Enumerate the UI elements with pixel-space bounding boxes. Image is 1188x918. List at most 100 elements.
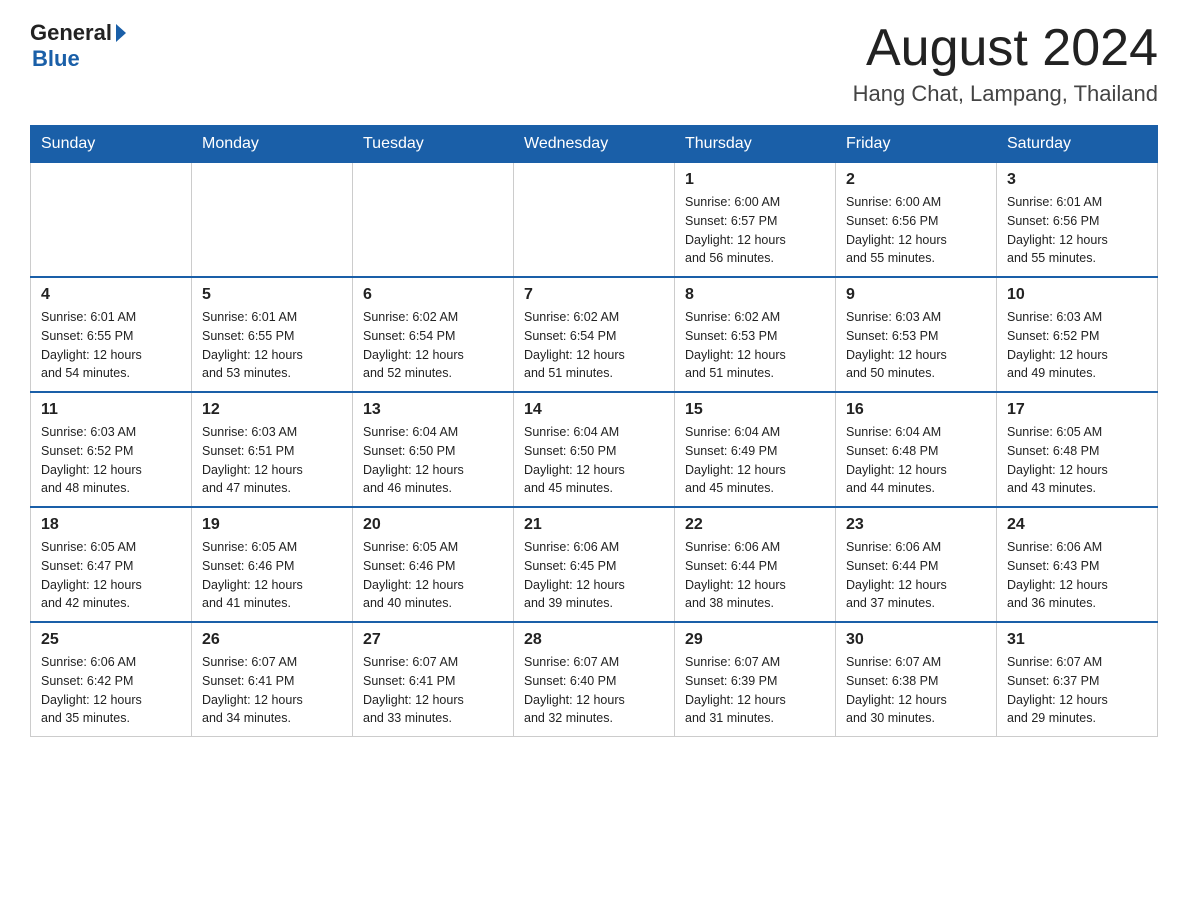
day-info: Sunrise: 6:06 AM Sunset: 6:44 PM Dayligh…: [846, 538, 986, 613]
calendar-day-11: 11 Sunrise: 6:03 AM Sunset: 6:52 PM Dayli…: [31, 392, 192, 507]
day-number: 20: [363, 516, 503, 534]
day-number: 11: [41, 401, 181, 419]
logo: General Blue: [30, 20, 126, 72]
day-number: 26: [202, 631, 342, 649]
day-info: Sunrise: 6:04 AM Sunset: 6:49 PM Dayligh…: [685, 423, 825, 498]
day-info: Sunrise: 6:07 AM Sunset: 6:37 PM Dayligh…: [1007, 653, 1147, 728]
day-info: Sunrise: 6:06 AM Sunset: 6:44 PM Dayligh…: [685, 538, 825, 613]
calendar-day-25: 25 Sunrise: 6:06 AM Sunset: 6:42 PM Dayli…: [31, 622, 192, 737]
day-number: 25: [41, 631, 181, 649]
day-number: 22: [685, 516, 825, 534]
calendar-day-21: 21Sunrise: 6:06 AM Sunset: 6:45 PM Dayli…: [514, 507, 675, 622]
calendar-day-20: 20 Sunrise: 6:05 AM Sunset: 6:46 PM Dayli…: [353, 507, 514, 622]
calendar-day-30: 30Sunrise: 6:07 AM Sunset: 6:38 PM Dayli…: [836, 622, 997, 737]
title-area: August 2024 Hang Chat, Lampang, Thailand: [853, 20, 1158, 107]
logo-blue-text: Blue: [32, 46, 80, 72]
calendar-empty-cell: [192, 162, 353, 277]
day-info: Sunrise: 6:07 AM Sunset: 6:39 PM Dayligh…: [685, 653, 825, 728]
month-title: August 2024: [853, 20, 1158, 77]
day-info: Sunrise: 6:05 AM Sunset: 6:47 PM Dayligh…: [41, 538, 181, 613]
calendar-day-13: 13 Sunrise: 6:04 AM Sunset: 6:50 PM Dayli…: [353, 392, 514, 507]
calendar-day-16: 16 Sunrise: 6:04 AM Sunset: 6:48 PM Dayli…: [836, 392, 997, 507]
calendar-day-17: 17Sunrise: 6:05 AM Sunset: 6:48 PM Dayli…: [997, 392, 1158, 507]
calendar-day-28: 28Sunrise: 6:07 AM Sunset: 6:40 PM Dayli…: [514, 622, 675, 737]
day-number: 18: [41, 516, 181, 534]
day-number: 27: [363, 631, 503, 649]
calendar-day-6: 6Sunrise: 6:02 AM Sunset: 6:54 PM Daylig…: [353, 277, 514, 392]
day-info: Sunrise: 6:05 AM Sunset: 6:46 PM Dayligh…: [202, 538, 342, 613]
calendar-day-1: 1 Sunrise: 6:00 AM Sunset: 6:57 PM Daylig…: [675, 162, 836, 277]
calendar-day-15: 15 Sunrise: 6:04 AM Sunset: 6:49 PM Dayli…: [675, 392, 836, 507]
day-number: 1: [685, 171, 825, 189]
day-info: Sunrise: 6:02 AM Sunset: 6:54 PM Dayligh…: [524, 308, 664, 383]
day-number: 17: [1007, 401, 1147, 419]
day-number: 31: [1007, 631, 1147, 649]
day-info: Sunrise: 6:04 AM Sunset: 6:50 PM Dayligh…: [524, 423, 664, 498]
calendar-day-4: 4Sunrise: 6:01 AM Sunset: 6:55 PM Daylig…: [31, 277, 192, 392]
day-info: Sunrise: 6:06 AM Sunset: 6:43 PM Dayligh…: [1007, 538, 1147, 613]
day-info: Sunrise: 6:02 AM Sunset: 6:54 PM Dayligh…: [363, 308, 503, 383]
page-header: General Blue August 2024 Hang Chat, Lamp…: [30, 20, 1158, 107]
day-number: 14: [524, 401, 664, 419]
calendar-header-friday: Friday: [836, 126, 997, 162]
location-subtitle: Hang Chat, Lampang, Thailand: [853, 81, 1158, 107]
calendar-week-row: 25 Sunrise: 6:06 AM Sunset: 6:42 PM Dayli…: [31, 622, 1158, 737]
calendar-empty-cell: [514, 162, 675, 277]
day-info: Sunrise: 6:01 AM Sunset: 6:55 PM Dayligh…: [41, 308, 181, 383]
day-info: Sunrise: 6:00 AM Sunset: 6:57 PM Dayligh…: [685, 193, 825, 268]
calendar-week-row: 4Sunrise: 6:01 AM Sunset: 6:55 PM Daylig…: [31, 277, 1158, 392]
day-info: Sunrise: 6:06 AM Sunset: 6:45 PM Dayligh…: [524, 538, 664, 613]
calendar-day-24: 24 Sunrise: 6:06 AM Sunset: 6:43 PM Dayli…: [997, 507, 1158, 622]
day-number: 9: [846, 286, 986, 304]
day-number: 2: [846, 171, 986, 189]
day-number: 30: [846, 631, 986, 649]
calendar-empty-cell: [31, 162, 192, 277]
day-number: 7: [524, 286, 664, 304]
calendar-week-row: 11 Sunrise: 6:03 AM Sunset: 6:52 PM Dayli…: [31, 392, 1158, 507]
day-info: Sunrise: 6:06 AM Sunset: 6:42 PM Dayligh…: [41, 653, 181, 728]
day-number: 16: [846, 401, 986, 419]
day-number: 8: [685, 286, 825, 304]
calendar-day-12: 12 Sunrise: 6:03 AM Sunset: 6:51 PM Dayli…: [192, 392, 353, 507]
calendar-empty-cell: [353, 162, 514, 277]
calendar-header-sunday: Sunday: [31, 126, 192, 162]
calendar-day-10: 10 Sunrise: 6:03 AM Sunset: 6:52 PM Dayli…: [997, 277, 1158, 392]
day-info: Sunrise: 6:04 AM Sunset: 6:48 PM Dayligh…: [846, 423, 986, 498]
day-info: Sunrise: 6:07 AM Sunset: 6:41 PM Dayligh…: [202, 653, 342, 728]
day-info: Sunrise: 6:03 AM Sunset: 6:51 PM Dayligh…: [202, 423, 342, 498]
logo-general-text: General: [30, 20, 112, 46]
calendar-day-9: 9 Sunrise: 6:03 AM Sunset: 6:53 PM Daylig…: [836, 277, 997, 392]
calendar-day-2: 2Sunrise: 6:00 AM Sunset: 6:56 PM Daylig…: [836, 162, 997, 277]
day-number: 13: [363, 401, 503, 419]
day-number: 23: [846, 516, 986, 534]
calendar-week-row: 18 Sunrise: 6:05 AM Sunset: 6:47 PM Dayli…: [31, 507, 1158, 622]
calendar-day-22: 22 Sunrise: 6:06 AM Sunset: 6:44 PM Dayli…: [675, 507, 836, 622]
day-info: Sunrise: 6:02 AM Sunset: 6:53 PM Dayligh…: [685, 308, 825, 383]
calendar-table: SundayMondayTuesdayWednesdayThursdayFrid…: [30, 125, 1158, 737]
calendar-day-3: 3Sunrise: 6:01 AM Sunset: 6:56 PM Daylig…: [997, 162, 1158, 277]
day-info: Sunrise: 6:03 AM Sunset: 6:53 PM Dayligh…: [846, 308, 986, 383]
day-number: 12: [202, 401, 342, 419]
day-info: Sunrise: 6:05 AM Sunset: 6:46 PM Dayligh…: [363, 538, 503, 613]
calendar-header-saturday: Saturday: [997, 126, 1158, 162]
day-number: 28: [524, 631, 664, 649]
calendar-day-8: 8 Sunrise: 6:02 AM Sunset: 6:53 PM Daylig…: [675, 277, 836, 392]
day-number: 19: [202, 516, 342, 534]
calendar-day-29: 29 Sunrise: 6:07 AM Sunset: 6:39 PM Dayli…: [675, 622, 836, 737]
day-number: 10: [1007, 286, 1147, 304]
calendar-header-thursday: Thursday: [675, 126, 836, 162]
calendar-header-monday: Monday: [192, 126, 353, 162]
calendar-day-26: 26 Sunrise: 6:07 AM Sunset: 6:41 PM Dayli…: [192, 622, 353, 737]
day-info: Sunrise: 6:03 AM Sunset: 6:52 PM Dayligh…: [41, 423, 181, 498]
day-number: 15: [685, 401, 825, 419]
day-info: Sunrise: 6:03 AM Sunset: 6:52 PM Dayligh…: [1007, 308, 1147, 383]
calendar-day-5: 5Sunrise: 6:01 AM Sunset: 6:55 PM Daylig…: [192, 277, 353, 392]
day-number: 24: [1007, 516, 1147, 534]
calendar-day-23: 23 Sunrise: 6:06 AM Sunset: 6:44 PM Dayli…: [836, 507, 997, 622]
day-info: Sunrise: 6:07 AM Sunset: 6:41 PM Dayligh…: [363, 653, 503, 728]
day-info: Sunrise: 6:04 AM Sunset: 6:50 PM Dayligh…: [363, 423, 503, 498]
day-number: 29: [685, 631, 825, 649]
calendar-header-wednesday: Wednesday: [514, 126, 675, 162]
day-info: Sunrise: 6:01 AM Sunset: 6:55 PM Dayligh…: [202, 308, 342, 383]
calendar-week-row: 1 Sunrise: 6:00 AM Sunset: 6:57 PM Daylig…: [31, 162, 1158, 277]
